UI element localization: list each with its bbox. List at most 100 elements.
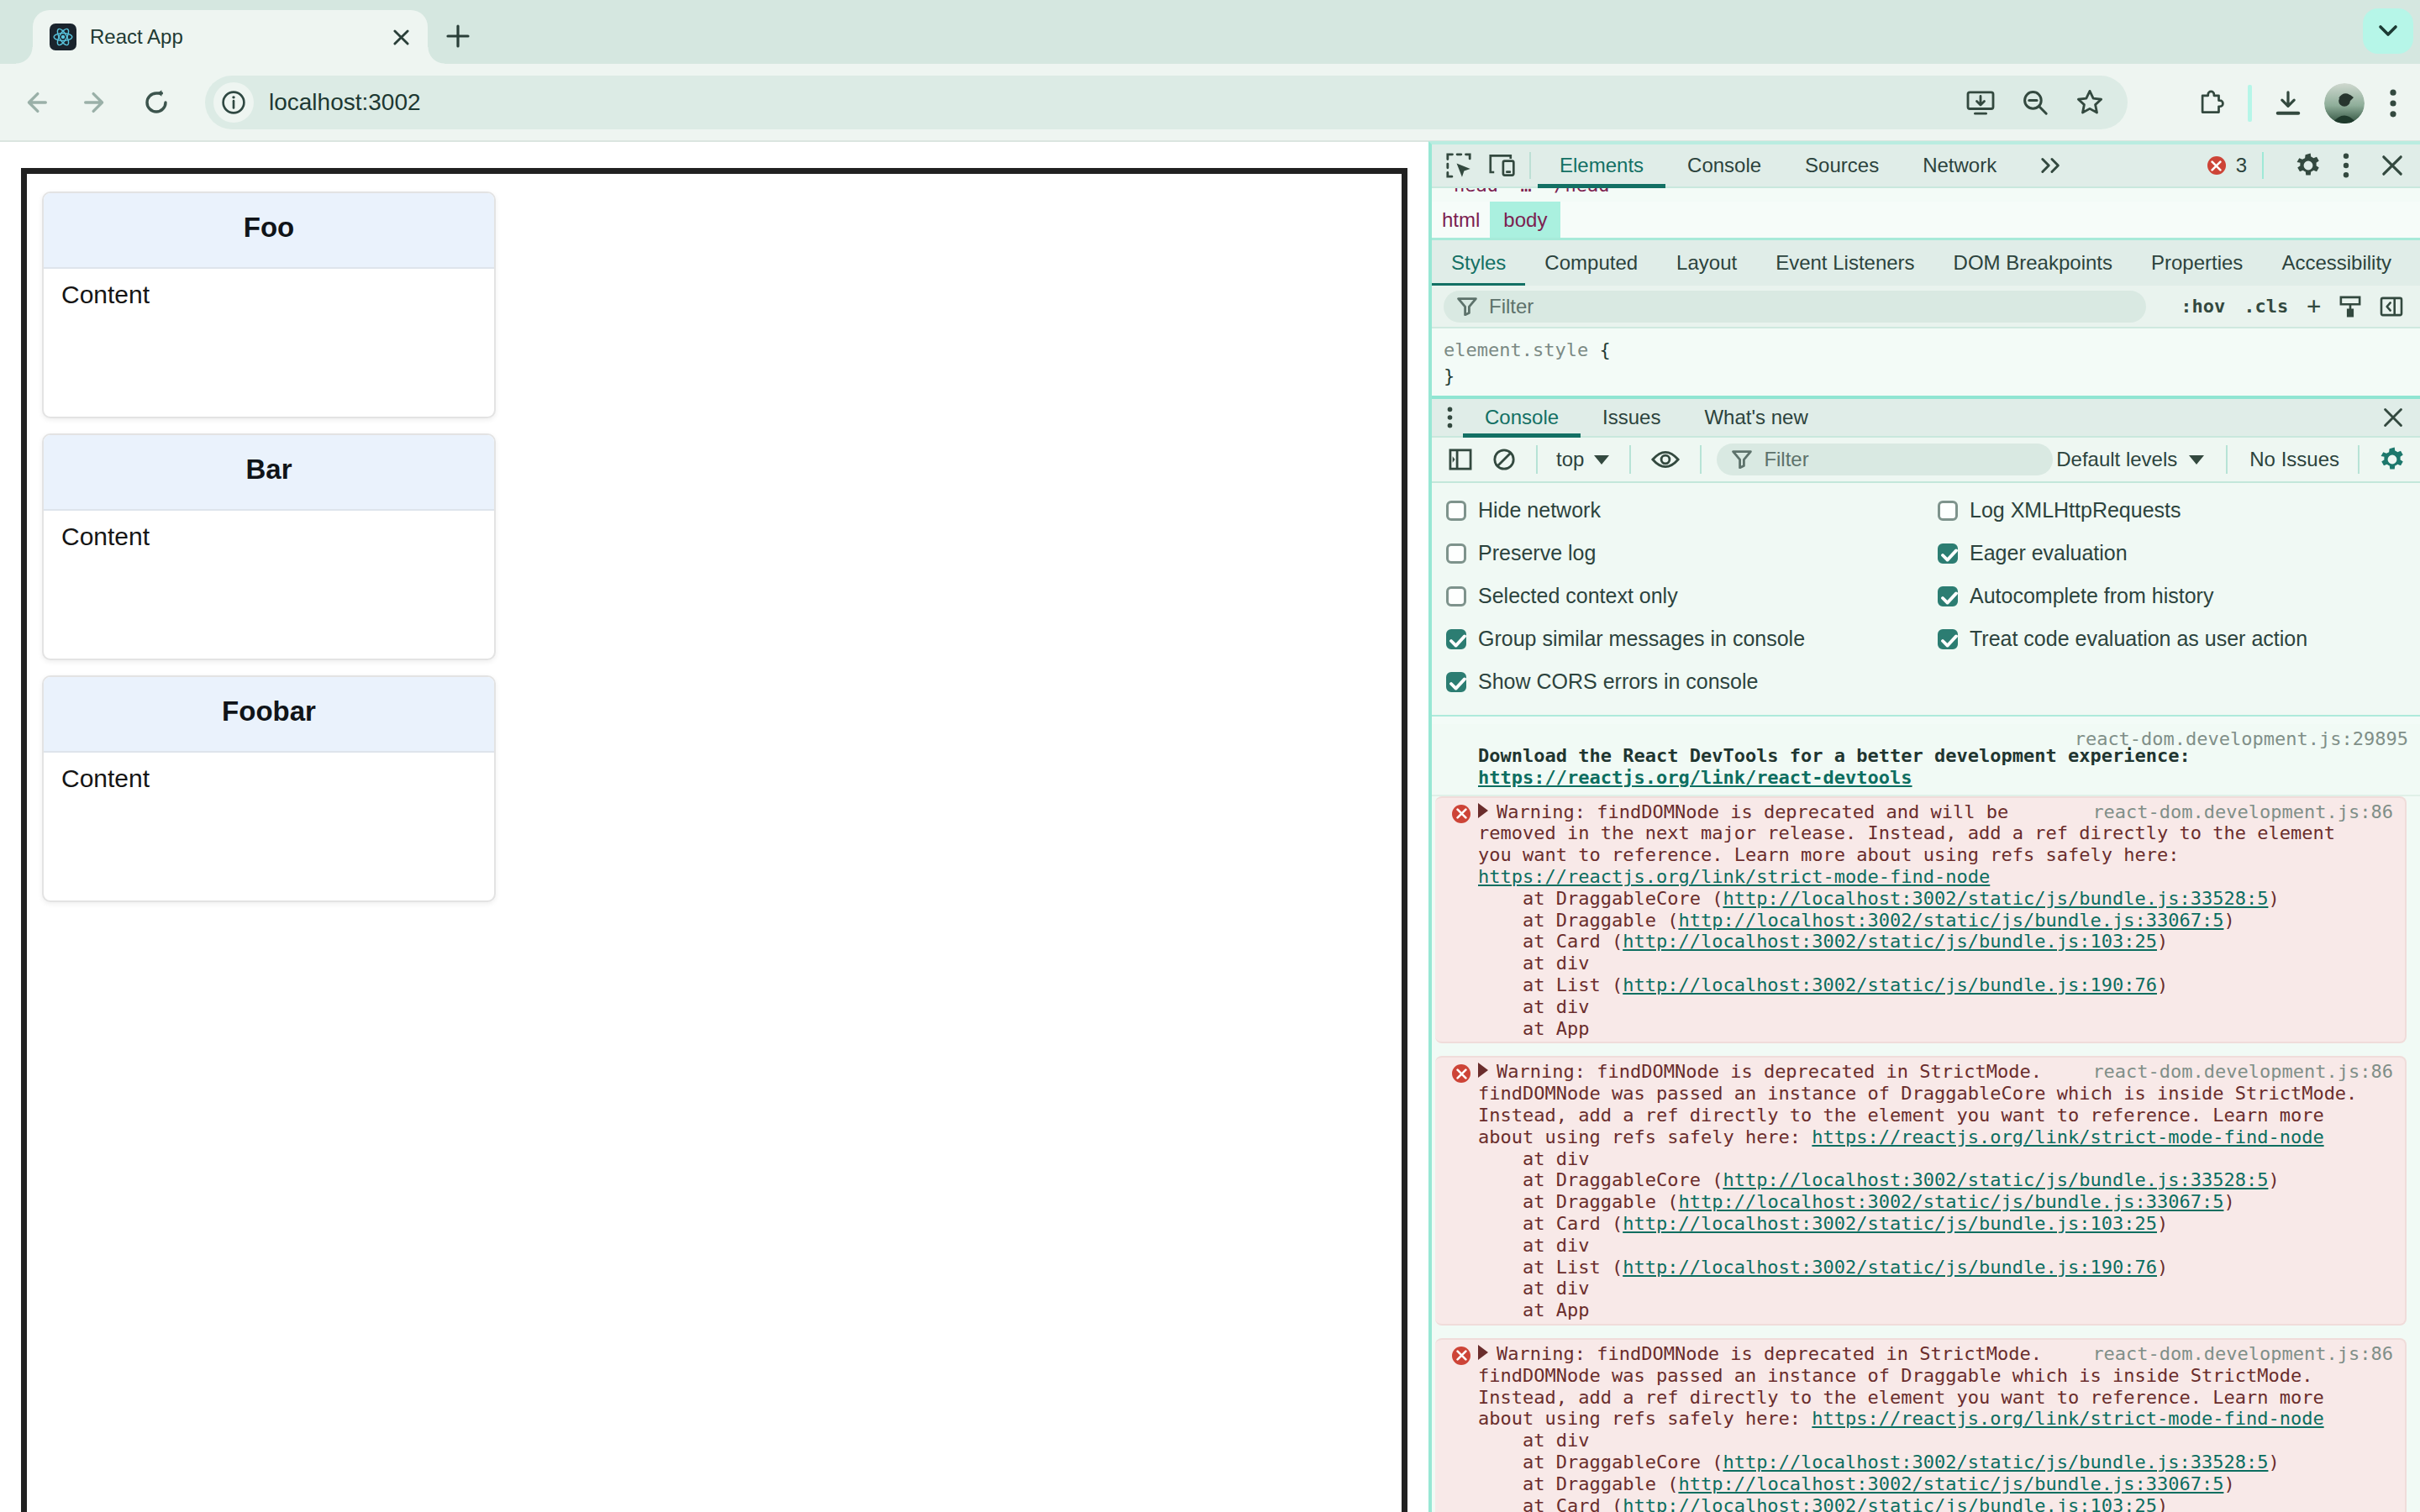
install-app-icon[interactable] xyxy=(1966,90,1995,115)
console-link[interactable]: http://localhost:3002/static/js/bundle.j… xyxy=(1623,1257,2157,1278)
back-button[interactable] xyxy=(12,79,59,126)
console-filter-input[interactable]: Filter xyxy=(1717,444,2053,475)
draggable-card[interactable]: FoobarContent xyxy=(42,675,496,902)
console-setting-preserve-log[interactable]: Preserve log xyxy=(1446,541,1596,565)
live-expression-eye-icon[interactable] xyxy=(1651,449,1680,470)
console-warning-message[interactable]: react-dom.development.js:86Warning: find… xyxy=(1435,796,2407,1044)
sidebar-position-icon[interactable] xyxy=(2380,297,2403,317)
draggable-card[interactable]: BarContent xyxy=(42,433,496,660)
checkbox-checked-icon[interactable] xyxy=(1938,629,1958,649)
console-link[interactable]: http://localhost:3002/static/js/bundle.j… xyxy=(1623,1495,2157,1512)
devtools-close-icon[interactable] xyxy=(2381,155,2403,176)
checkbox-checked-icon[interactable] xyxy=(1938,543,1958,564)
element-style-block[interactable]: element.style { } xyxy=(1432,328,2420,396)
message-source-link[interactable]: react-dom.development.js:86 xyxy=(2092,1343,2393,1364)
console-link[interactable]: http://localhost:3002/static/js/bundle.j… xyxy=(1723,1169,2268,1190)
more-tabs-chevron-icon[interactable] xyxy=(2018,144,2084,186)
profile-avatar[interactable] xyxy=(2324,83,2365,123)
cls-toggle[interactable]: .cls xyxy=(2244,296,2288,317)
sidebar-tab-properties[interactable]: Properties xyxy=(2132,240,2262,286)
console-settings-gear-icon[interactable] xyxy=(2378,445,2407,474)
checkbox-unchecked-icon[interactable] xyxy=(1446,586,1466,606)
drawer-menu-kebab-icon[interactable] xyxy=(1447,406,1453,429)
console-link[interactable]: http://localhost:3002/static/js/bundle.j… xyxy=(1678,910,2223,931)
sidebar-tab-computed[interactable]: Computed xyxy=(1525,240,1657,286)
checkbox-checked-icon[interactable] xyxy=(1446,629,1466,649)
menu-kebab-icon[interactable] xyxy=(2390,89,2396,118)
sidebar-tab-layout[interactable]: Layout xyxy=(1657,240,1756,286)
console-setting-log-xmlhttprequests[interactable]: Log XMLHttpRequests xyxy=(1938,498,2181,522)
forward-button[interactable] xyxy=(72,79,119,126)
devtools-tab-network[interactable]: Network xyxy=(1901,144,2018,186)
card-header[interactable]: Foobar xyxy=(44,677,494,753)
reload-button[interactable] xyxy=(133,79,180,126)
sidebar-tab-dom-breakpoints[interactable]: DOM Breakpoints xyxy=(1934,240,2132,286)
drawer-tab-console[interactable]: Console xyxy=(1463,399,1581,436)
url-text[interactable]: localhost:3002 xyxy=(269,89,1966,116)
devtools-tab-sources[interactable]: Sources xyxy=(1783,144,1901,186)
breadcrumb-body[interactable]: body xyxy=(1490,202,1560,238)
sidebar-tab-styles[interactable]: Styles xyxy=(1432,240,1525,286)
console-setting-eager-evaluation[interactable]: Eager evaluation xyxy=(1938,541,2128,565)
console-link[interactable]: https://reactjs.org/link/strict-mode-fin… xyxy=(1478,866,1990,887)
devtools-tab-elements[interactable]: Elements xyxy=(1538,144,1665,186)
issues-counter[interactable]: No Issues xyxy=(2249,448,2339,471)
elements-tree-clipped-row[interactable]: head … /head xyxy=(1432,188,2420,202)
device-toolbar-icon[interactable] xyxy=(1489,153,1516,178)
console-link[interactable]: http://localhost:3002/static/js/bundle.j… xyxy=(1678,1191,2223,1212)
log-levels-dropdown[interactable]: Default levels xyxy=(2056,448,2204,471)
site-info-icon[interactable] xyxy=(213,82,254,123)
console-setting-show-cors-errors-in-console[interactable]: Show CORS errors in console xyxy=(1446,669,1758,694)
console-link[interactable]: http://localhost:3002/static/js/bundle.j… xyxy=(1723,888,2268,909)
console-link[interactable]: http://localhost:3002/static/js/bundle.j… xyxy=(1623,931,2157,952)
console-link[interactable]: https://reactjs.org/link/strict-mode-fin… xyxy=(1812,1408,2323,1429)
expand-triangle-icon[interactable] xyxy=(1478,1063,1488,1078)
downloads-icon[interactable] xyxy=(2274,89,2302,118)
drawer-tab-issues[interactable]: Issues xyxy=(1581,399,1682,436)
rendering-brush-icon[interactable] xyxy=(2339,296,2361,318)
devtools-menu-kebab-icon[interactable] xyxy=(2343,153,2349,178)
console-warning-message[interactable]: react-dom.development.js:86Warning: find… xyxy=(1435,1056,2407,1326)
console-link[interactable]: https://reactjs.org/link/react-devtools xyxy=(1478,767,1912,788)
console-link[interactable]: http://localhost:3002/static/js/bundle.j… xyxy=(1623,974,2157,995)
sidebar-tab-accessibility[interactable]: Accessibility xyxy=(2262,240,2411,286)
card-header[interactable]: Bar xyxy=(44,435,494,511)
message-source-link[interactable]: react-dom.development.js:86 xyxy=(2092,801,2393,822)
drawer-tab-what-s-new[interactable]: What's new xyxy=(1682,399,1829,436)
expand-triangle-icon[interactable] xyxy=(1478,1345,1488,1360)
styles-filter-input[interactable]: Filter xyxy=(1444,291,2146,323)
checkbox-unchecked-icon[interactable] xyxy=(1446,501,1466,521)
js-context-selector[interactable]: top xyxy=(1556,448,1609,471)
sidebar-tab-event-listeners[interactable]: Event Listeners xyxy=(1756,240,1933,286)
console-setting-hide-network[interactable]: Hide network xyxy=(1446,498,1601,522)
new-tab-button[interactable] xyxy=(445,24,471,49)
checkbox-checked-icon[interactable] xyxy=(1938,586,1958,606)
extensions-puzzle-icon[interactable] xyxy=(2197,89,2226,118)
inspect-element-icon[interactable] xyxy=(1445,152,1472,179)
address-bar[interactable]: localhost:3002 xyxy=(205,76,2128,129)
zoom-out-icon[interactable] xyxy=(2022,89,2049,116)
console-setting-autocomplete-from-history[interactable]: Autocomplete from history xyxy=(1938,584,2213,608)
console-link[interactable]: http://localhost:3002/static/js/bundle.j… xyxy=(1623,1213,2157,1234)
clear-console-icon[interactable] xyxy=(1492,448,1516,471)
console-warning-message[interactable]: react-dom.development.js:86Warning: find… xyxy=(1435,1338,2407,1512)
console-setting-treat-code-evaluation-as-user-action[interactable]: Treat code evaluation as user action xyxy=(1938,627,2307,651)
checkbox-checked-icon[interactable] xyxy=(1446,672,1466,692)
drawer-close-icon[interactable] xyxy=(2383,407,2403,428)
console-sidebar-toggle-icon[interactable] xyxy=(1449,449,1472,470)
console-setting-group-similar-messages-in-console[interactable]: Group similar messages in console xyxy=(1446,627,1805,651)
console-link[interactable]: http://localhost:3002/static/js/bundle.j… xyxy=(1723,1452,2268,1473)
tab-search-chevron-button[interactable] xyxy=(2363,8,2413,54)
checkbox-unchecked-icon[interactable] xyxy=(1446,543,1466,564)
browser-tab[interactable]: React App xyxy=(33,10,428,64)
bookmark-star-icon[interactable] xyxy=(2075,88,2104,117)
devtools-tab-console[interactable]: Console xyxy=(1665,144,1783,186)
message-source-link[interactable]: react-dom.development.js:29895 xyxy=(2075,728,2408,749)
devtools-settings-gear-icon[interactable] xyxy=(2294,151,2323,180)
new-style-rule-button[interactable]: + xyxy=(2307,292,2321,320)
console-setting-selected-context-only[interactable]: Selected context only xyxy=(1446,584,1678,608)
console-link[interactable]: http://localhost:3002/static/js/bundle.j… xyxy=(1678,1473,2223,1494)
checkbox-unchecked-icon[interactable] xyxy=(1938,501,1958,521)
draggable-card[interactable]: FooContent xyxy=(42,192,496,418)
expand-triangle-icon[interactable] xyxy=(1478,803,1488,818)
